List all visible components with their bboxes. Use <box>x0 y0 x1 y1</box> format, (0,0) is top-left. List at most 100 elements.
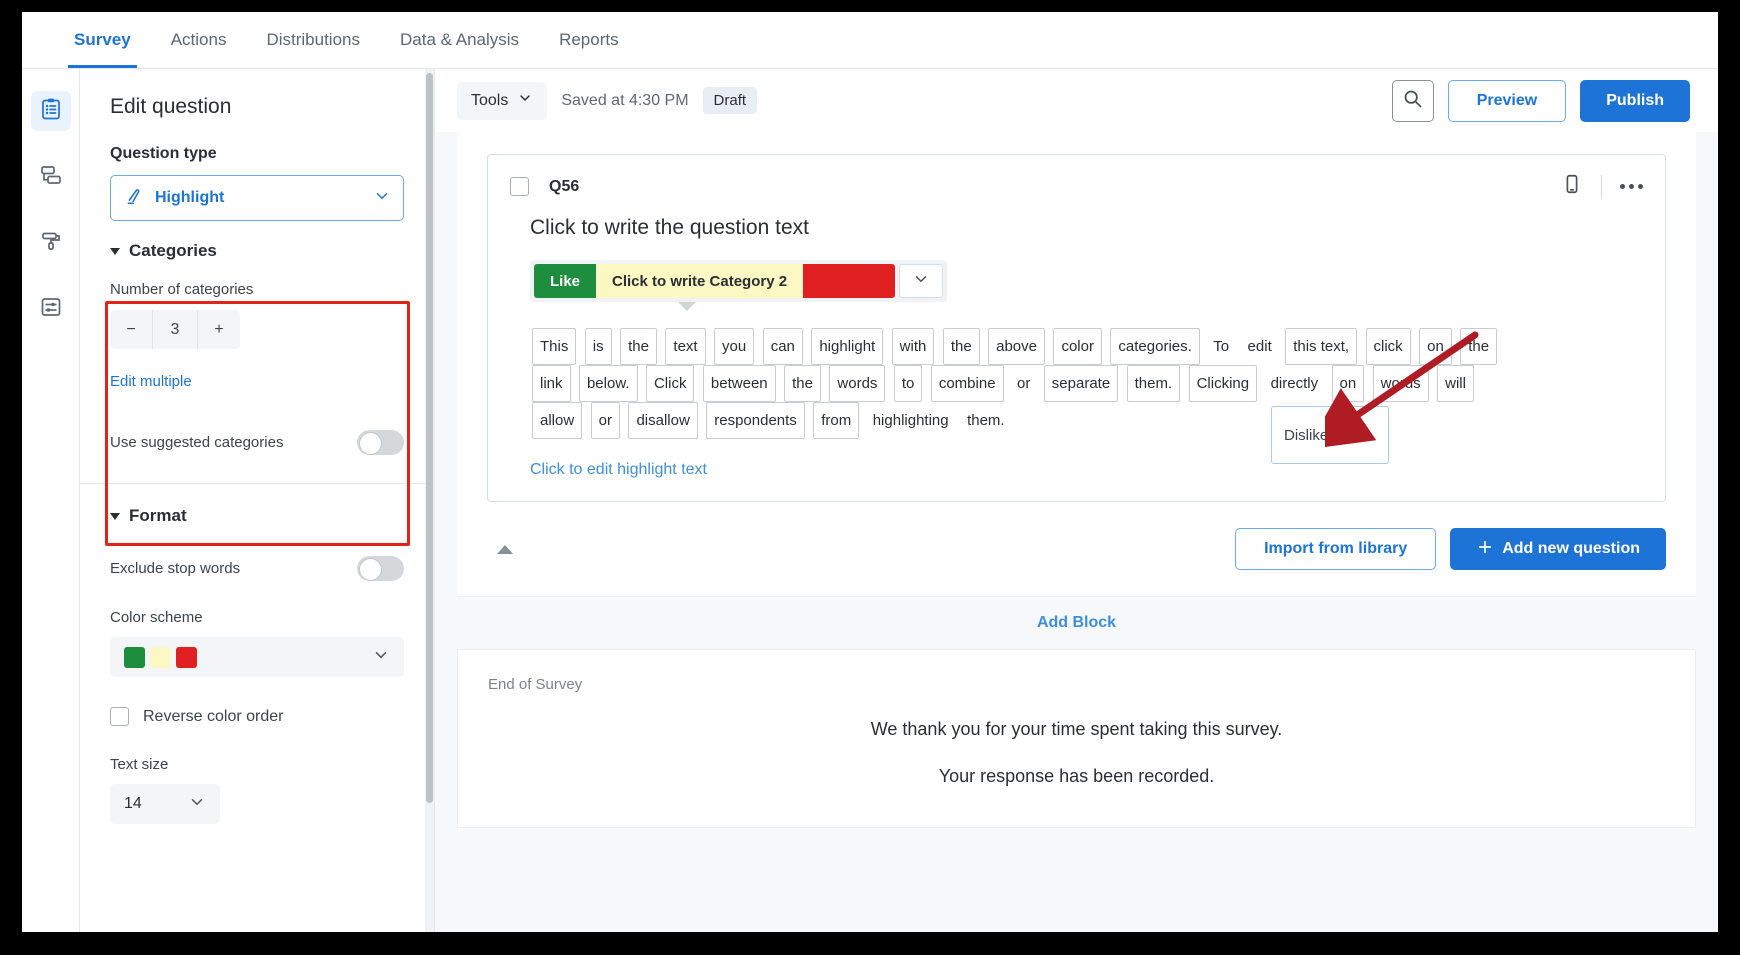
highlight-word-box[interactable]: click <box>1366 328 1411 365</box>
end-of-survey-block: End of Survey We thank you for your time… <box>457 649 1696 828</box>
format-section-header[interactable]: Format <box>110 506 404 526</box>
exclude-stop-words-toggle[interactable] <box>357 556 404 581</box>
search-button[interactable] <box>1392 80 1434 122</box>
decrement-button[interactable]: − <box>110 310 152 349</box>
highlight-word-box[interactable]: or <box>591 402 620 439</box>
question-type-select[interactable]: Highlight <box>110 175 404 221</box>
highlight-word-box[interactable]: from <box>813 402 859 439</box>
highlight-word-box[interactable]: words <box>829 365 885 402</box>
edit-multiple-link[interactable]: Edit multiple <box>110 373 404 390</box>
category-dropdown-button[interactable] <box>899 264 943 298</box>
block-action-bar: Import from library Add new question <box>487 528 1666 570</box>
rail-item-builder[interactable] <box>31 91 71 131</box>
number-of-categories-stepper[interactable]: − 3 + <box>110 310 240 349</box>
swatch-yellow <box>150 647 171 668</box>
nav-tab-data-analysis[interactable]: Data & Analysis <box>380 12 539 68</box>
use-suggested-categories-toggle[interactable] <box>357 430 404 455</box>
nav-tab-label: Survey <box>74 30 131 50</box>
highlight-word-box[interactable]: with <box>892 328 935 365</box>
highlight-word-box[interactable]: on <box>1332 365 1365 402</box>
nav-tab-distributions[interactable]: Distributions <box>246 12 380 68</box>
highlight-word-box[interactable]: below. <box>579 365 638 402</box>
highlight-word-box[interactable]: categories. <box>1110 328 1199 365</box>
preview-button[interactable]: Preview <box>1448 80 1566 122</box>
text-size-select[interactable]: 14 <box>110 784 220 824</box>
search-icon <box>1402 88 1423 114</box>
preview-label: Preview <box>1477 92 1537 110</box>
highlight-word-box[interactable]: the <box>620 328 657 365</box>
chevron-down-icon <box>373 187 391 210</box>
highlight-word-box[interactable]: separate <box>1044 365 1118 402</box>
ellipsis-icon[interactable] <box>1620 184 1643 189</box>
category-toolbar: Like Click to write Category 2 <box>530 260 947 302</box>
highlight-word-box[interactable]: will <box>1437 365 1474 402</box>
panel-scrollbar[interactable] <box>425 69 434 932</box>
add-block-button[interactable]: Add Block <box>1037 614 1116 632</box>
category-pill-2[interactable]: Click to write Category 2 <box>596 264 803 298</box>
chevron-down-icon <box>188 793 206 816</box>
highlight-word-box[interactable]: is <box>585 328 612 365</box>
increment-button[interactable]: + <box>198 310 240 349</box>
highlight-word-box[interactable]: them. <box>1127 365 1181 402</box>
category-edit-popup[interactable]: Dislike <box>1271 406 1389 464</box>
collapse-block-icon[interactable] <box>497 545 513 554</box>
highlight-word-box[interactable]: above <box>988 328 1045 365</box>
highlight-word-box[interactable]: disallow <box>628 402 697 439</box>
categories-section-label: Categories <box>129 241 217 261</box>
highlight-word-box[interactable]: this text, <box>1285 328 1357 365</box>
highlight-word-box[interactable]: words <box>1373 365 1429 402</box>
highlight-word-box[interactable]: can <box>763 328 803 365</box>
nav-tab-reports[interactable]: Reports <box>539 12 639 68</box>
mobile-preview-icon[interactable] <box>1561 173 1583 200</box>
category-popup-value: Dislike <box>1284 427 1328 444</box>
tools-button[interactable]: Tools <box>457 82 547 120</box>
category-pill-3[interactable] <box>803 264 895 298</box>
rail-item-survey-flow[interactable] <box>31 157 71 197</box>
highlight-word-box[interactable]: highlight <box>811 328 883 365</box>
rail-item-look-and-feel[interactable] <box>31 223 71 263</box>
divider <box>1601 175 1602 199</box>
highlight-word-box[interactable]: Clicking <box>1189 365 1258 402</box>
number-of-categories-label: Number of categories <box>110 281 404 298</box>
chevron-down-icon <box>912 270 930 293</box>
categories-section-header[interactable]: Categories <box>110 241 404 261</box>
color-scheme-select[interactable] <box>110 637 404 677</box>
highlight-word-plain: To <box>1208 329 1234 364</box>
highlight-word-box[interactable]: the <box>943 328 980 365</box>
nav-tab-label: Data & Analysis <box>400 30 519 50</box>
nav-tab-survey[interactable]: Survey <box>54 12 151 68</box>
highlight-word-box[interactable]: the <box>784 365 821 402</box>
highlight-word-box[interactable]: link <box>532 365 571 402</box>
publish-button[interactable]: Publish <box>1580 80 1690 122</box>
edit-highlight-text-link[interactable]: Click to edit highlight text <box>530 461 707 479</box>
highlight-word-box[interactable]: the <box>1460 328 1497 365</box>
category-pill-1[interactable]: Like <box>534 264 596 298</box>
reverse-color-order-checkbox[interactable] <box>110 707 129 726</box>
nav-tab-label: Actions <box>171 30 227 50</box>
highlight-word-box[interactable]: between <box>703 365 776 402</box>
import-from-library-button[interactable]: Import from library <box>1235 528 1436 570</box>
add-new-question-button[interactable]: Add new question <box>1450 528 1666 570</box>
add-question-label: Add new question <box>1502 540 1640 558</box>
publish-label: Publish <box>1606 92 1664 110</box>
highlight-word-box[interactable]: to <box>894 365 923 402</box>
highlight-word-box[interactable]: respondents <box>706 402 805 439</box>
highlight-word-box[interactable]: on <box>1419 328 1452 365</box>
nav-tab-actions[interactable]: Actions <box>151 12 247 68</box>
question-text[interactable]: Click to write the question text <box>530 216 1643 240</box>
highlight-word-box[interactable]: color <box>1053 328 1102 365</box>
highlight-word-box[interactable]: allow <box>532 402 582 439</box>
highlight-word-box[interactable]: combine <box>931 365 1004 402</box>
options-sliders-icon <box>39 295 63 324</box>
highlight-word-box[interactable]: This <box>532 328 576 365</box>
chevron-down-icon <box>372 646 390 669</box>
color-scheme-swatches <box>124 647 372 668</box>
chevron-down-icon <box>517 90 533 111</box>
use-suggested-categories-label: Use suggested categories <box>110 434 283 451</box>
panel-scrollbar-thumb[interactable] <box>426 73 433 803</box>
rail-item-survey-options[interactable] <box>31 289 71 329</box>
highlight-word-box[interactable]: you <box>714 328 754 365</box>
highlight-word-box[interactable]: Click <box>646 365 695 402</box>
question-select-checkbox[interactable] <box>510 177 529 196</box>
highlight-word-box[interactable]: text <box>665 328 705 365</box>
